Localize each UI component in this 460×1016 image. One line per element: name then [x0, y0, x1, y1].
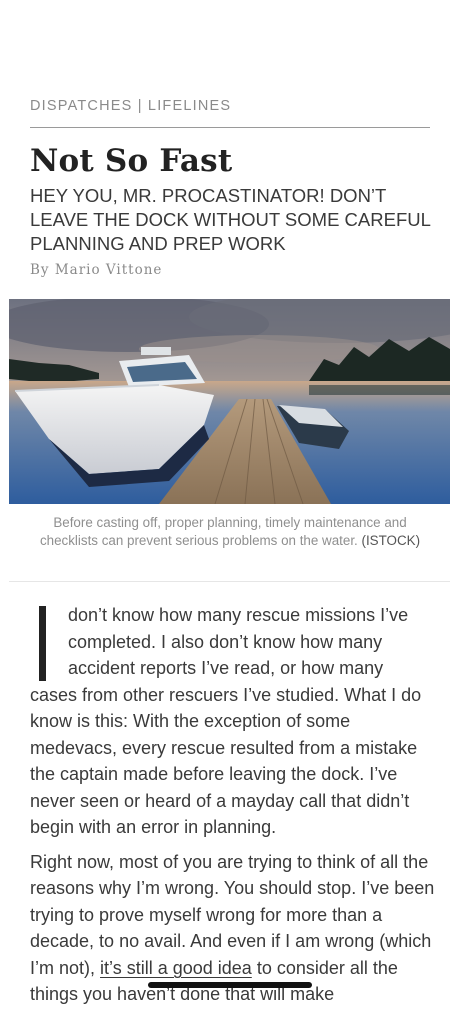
- body-paragraph-1-text: don’t know how many rescue missions I’ve…: [30, 605, 422, 837]
- body-paragraph-1: don’t know how many rescue missions I’ve…: [30, 602, 435, 841]
- article-title: Not So Fast: [30, 143, 233, 179]
- article-byline[interactable]: By Mario Vittone: [30, 262, 162, 278]
- hero-caption-credit: (ISTOCK): [361, 533, 421, 548]
- drop-cap-i: [39, 606, 46, 681]
- home-indicator[interactable]: [148, 982, 312, 988]
- caption-divider: [9, 581, 450, 582]
- inline-link[interactable]: it’s still a good idea: [100, 958, 252, 978]
- hero-image[interactable]: [9, 299, 450, 504]
- section-kicker[interactable]: DISPATCHES | LIFELINES: [30, 98, 231, 114]
- hero-caption: Before casting off, proper planning, tim…: [35, 514, 425, 550]
- article-subtitle: HEY YOU, MR. PROCASTINATOR! DON’T LEAVE …: [30, 185, 431, 254]
- kicker-divider: [30, 127, 430, 128]
- hero-caption-text: Before casting off, proper planning, tim…: [39, 515, 407, 548]
- article-body: don’t know how many rescue missions I’ve…: [30, 602, 435, 1016]
